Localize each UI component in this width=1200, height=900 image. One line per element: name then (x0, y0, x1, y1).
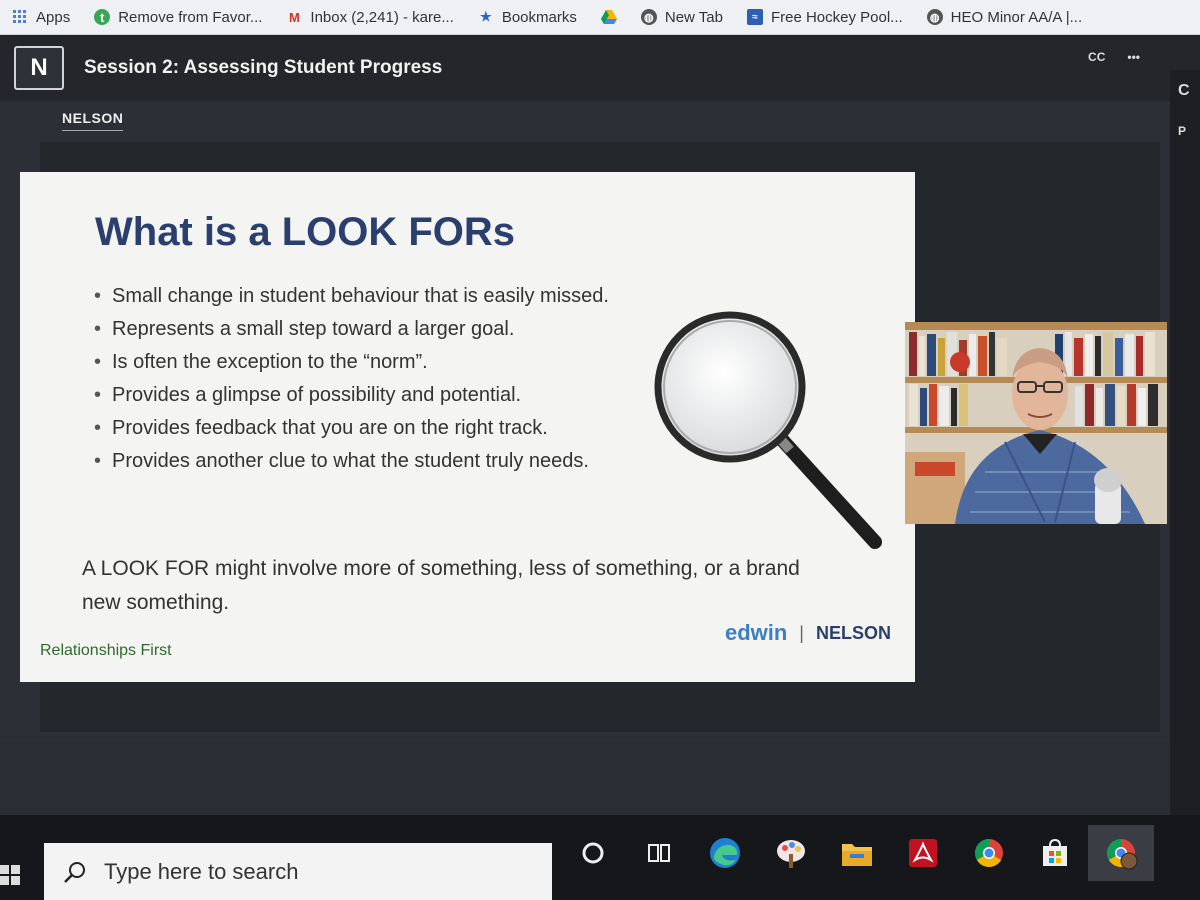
more-options-button[interactable]: ••• (1127, 50, 1140, 64)
file-explorer-button[interactable] (824, 825, 890, 881)
bookmarks-bar: Apps t Remove from Favor... M Inbox (2,2… (0, 0, 1200, 35)
acrobat-button[interactable] (890, 825, 956, 881)
taskbar-search-input[interactable]: Type here to search (44, 843, 552, 900)
task-view-button[interactable] (626, 825, 692, 881)
bookmark-new-tab[interactable]: ◍ New Tab (629, 0, 735, 34)
globe-icon: ◍ (926, 9, 943, 25)
bookmark-label: Inbox (2,241) - kare... (310, 8, 454, 26)
bookmark-remove-from-favorites[interactable]: t Remove from Favor... (82, 0, 274, 34)
bullet-item: Is often the exception to the “norm”. (92, 350, 632, 374)
acrobat-icon (909, 839, 937, 867)
side-panel-label[interactable]: C (1170, 70, 1200, 112)
bookmark-inbox[interactable]: M Inbox (2,241) - kare... (274, 0, 465, 34)
closed-captions-button[interactable]: CC (1088, 50, 1105, 64)
bullet-item: Provides another clue to what the studen… (92, 449, 632, 473)
task-view-icon (648, 844, 670, 862)
slide-title: What is a LOOK FORs (95, 210, 516, 254)
bookmark-label: HEO Minor AA/A |... (950, 8, 1083, 26)
chrome-profile-button[interactable] (1088, 825, 1154, 881)
chrome-button[interactable] (956, 825, 1022, 881)
bullet-item: Represents a small step toward a larger … (92, 317, 632, 341)
start-button[interactable] (0, 865, 22, 892)
bookmark-bookmarks[interactable]: ★ Bookmarks (466, 0, 589, 34)
side-panel: C P (1170, 70, 1200, 890)
nelson-logo-icon[interactable]: N (14, 46, 64, 90)
bookmark-apps[interactable]: Apps (0, 0, 82, 34)
search-icon (64, 861, 85, 883)
bullet-item: Provides a glimpse of possibility and po… (92, 383, 632, 407)
edge-button[interactable] (692, 825, 758, 881)
windows-taskbar: Type here to search (0, 815, 1200, 900)
slide-footer-left: Relationships First (40, 642, 172, 659)
app-header: N Session 2: Assessing Student Progress (0, 35, 1200, 101)
paint-button[interactable] (758, 825, 824, 881)
taskbar-pinned-apps (560, 825, 1154, 881)
magnifying-glass-icon (654, 311, 882, 549)
paint-icon (777, 840, 805, 868)
bullet-list: Small change in student behaviour that i… (92, 284, 632, 482)
search-placeholder: Type here to search (104, 858, 299, 884)
session-title: Session 2: Assessing Student Progress (84, 57, 443, 78)
store-icon (1043, 838, 1067, 866)
bookmark-heo-minor[interactable]: ◍ HEO Minor AA/A |... (915, 0, 1094, 34)
nelson-wordmark: NELSON (815, 622, 891, 643)
slide-footer-brand: edwin | NELSON (725, 620, 891, 646)
bookmark-drive[interactable] (589, 0, 629, 34)
cortana-circle-icon (582, 842, 604, 864)
drive-icon (600, 9, 617, 25)
globe-icon: ◍ (640, 9, 657, 25)
windows-logo-icon (0, 865, 20, 885)
slide-summary: A LOOK FOR might involve more of somethi… (82, 557, 800, 614)
brand-label: NELSON (62, 110, 124, 131)
bullet-item: Small change in student behaviour that i… (92, 284, 632, 308)
bookmark-label: Bookmarks (501, 8, 577, 26)
chrome-icon (975, 839, 1003, 867)
bookmark-free-hockey-pool[interactable]: ≈ Free Hockey Pool... (735, 0, 915, 34)
bullet-item: Provides feedback that you are on the ri… (92, 416, 632, 440)
hockey-icon: ≈ (746, 9, 763, 25)
bookmark-label: Free Hockey Pool... (770, 8, 903, 26)
chrome-profile-icon (1107, 839, 1138, 870)
gmail-icon: M (289, 9, 300, 25)
edwin-logo: edwin (724, 620, 788, 645)
side-panel-label-2: P (1178, 124, 1187, 138)
store-button[interactable] (1022, 825, 1088, 881)
apps-grid-icon (12, 9, 28, 25)
star-icon: ★ (480, 9, 492, 24)
header-controls: CC ••• (1088, 50, 1140, 64)
cortana-button[interactable] (560, 825, 626, 881)
bookmark-label: New Tab (664, 8, 723, 26)
presenter-video-feed (905, 322, 1167, 524)
bookmark-label: Remove from Favor... (118, 8, 263, 26)
edge-icon (710, 838, 740, 868)
brand-separator: | (799, 622, 804, 643)
presenter-video (905, 322, 1167, 524)
file-explorer-icon (842, 844, 872, 866)
presentation-slide: What is a LOOK FORs Small change in stud… (20, 172, 915, 682)
bookmark-label: Apps (36, 8, 71, 26)
favorites-icon: t (94, 9, 111, 25)
